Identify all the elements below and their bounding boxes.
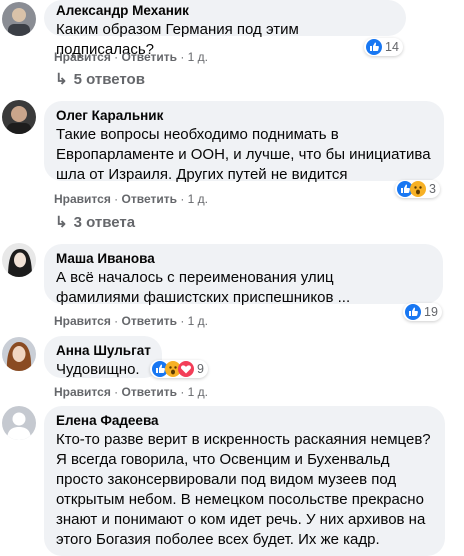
comment-author[interactable]: Александр Механик bbox=[56, 2, 394, 20]
like-link[interactable]: Нравится bbox=[54, 50, 111, 64]
reaction-summary[interactable]: 9 bbox=[150, 360, 208, 378]
comment-text: Такие вопросы необходимо поднимать в Евр… bbox=[56, 126, 431, 183]
comment-author[interactable]: Елена Фадеева bbox=[56, 412, 433, 430]
timestamp[interactable]: 1 д. bbox=[188, 314, 208, 328]
avatar[interactable] bbox=[2, 337, 36, 371]
comment-actions: Нравится · Ответить · 1 д. bbox=[54, 314, 208, 328]
comment-bubble: Маша Иванова А всё началось с переименов… bbox=[44, 244, 443, 306]
avatar[interactable] bbox=[2, 2, 36, 36]
timestamp[interactable]: 1 д. bbox=[188, 192, 208, 206]
reaction-summary[interactable]: 3 bbox=[395, 180, 440, 198]
reaction-count: 14 bbox=[385, 40, 399, 54]
like-link[interactable]: Нравится bbox=[54, 192, 111, 206]
comment-text: Кто-то разве верит в искренность раскаян… bbox=[56, 431, 431, 548]
reply-link[interactable]: Ответить bbox=[122, 192, 177, 206]
comment-author[interactable]: Анна Шульгат bbox=[56, 342, 151, 360]
wow-reaction-icon bbox=[410, 181, 426, 197]
comment-bubble: Александр Механик Каким образом Германия… bbox=[44, 0, 406, 58]
reaction-summary[interactable]: 19 bbox=[403, 303, 442, 321]
like-link[interactable]: Нравится bbox=[54, 385, 111, 399]
like-link[interactable]: Нравится bbox=[54, 314, 111, 328]
reply-link[interactable]: Ответить bbox=[122, 314, 177, 328]
avatar[interactable] bbox=[2, 243, 36, 277]
comment-text: Чудовищно. bbox=[56, 361, 140, 378]
comment-actions: Нравится · Ответить · 1 д. bbox=[54, 385, 208, 399]
reply-link[interactable]: Ответить bbox=[122, 50, 177, 64]
reaction-count: 9 bbox=[197, 362, 204, 376]
timestamp[interactable]: 1 д. bbox=[188, 50, 208, 64]
comment-bubble: Анна Шульгат Чудовищно. bbox=[44, 336, 162, 378]
reply-arrow-icon: ↳ bbox=[55, 71, 68, 88]
heart-reaction-icon bbox=[178, 361, 194, 377]
avatar[interactable] bbox=[2, 406, 36, 440]
view-replies-button[interactable]: ↳ 3 ответа bbox=[55, 213, 135, 231]
comment-bubble: Елена Фадеева Кто-то разве верит в искре… bbox=[44, 406, 445, 556]
reply-arrow-icon: ↳ bbox=[55, 214, 68, 231]
comment-actions: Нравится · Ответить · 1 д. bbox=[54, 192, 208, 206]
reply-link[interactable]: Ответить bbox=[122, 385, 177, 399]
reaction-summary[interactable]: 14 bbox=[364, 38, 403, 56]
comment-author[interactable]: Олег Карaльник bbox=[56, 107, 432, 125]
view-replies-button[interactable]: ↳ 5 ответов bbox=[55, 70, 145, 88]
timestamp[interactable]: 1 д. bbox=[188, 385, 208, 399]
reaction-count: 3 bbox=[429, 182, 436, 196]
comment-actions: Нравится · Ответить · 1 д. bbox=[54, 50, 208, 64]
like-reaction-icon bbox=[366, 39, 382, 55]
reaction-count: 19 bbox=[424, 305, 438, 319]
comment-author[interactable]: Маша Иванова bbox=[56, 250, 431, 268]
comment-text: А всё началось с переименования улиц фам… bbox=[56, 269, 351, 306]
comment-bubble: Олег Карaльник Такие вопросы необходимо … bbox=[44, 101, 444, 183]
like-reaction-icon bbox=[405, 304, 421, 320]
avatar[interactable] bbox=[2, 100, 36, 134]
